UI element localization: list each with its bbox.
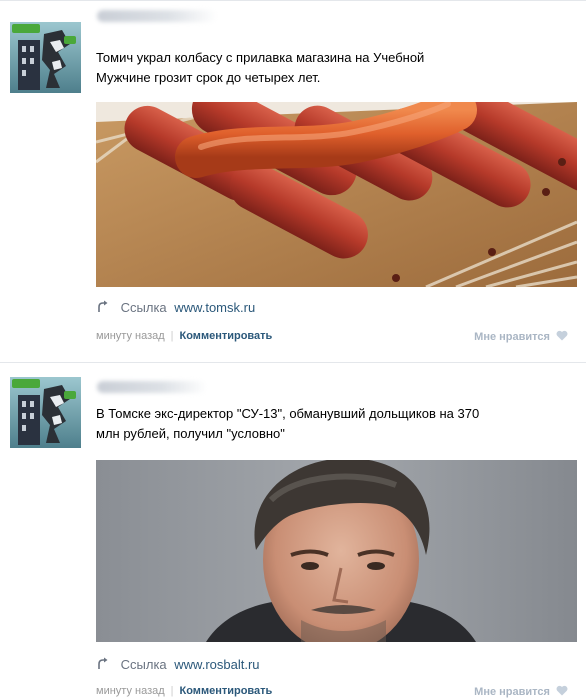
group-avatar[interactable] <box>10 377 81 448</box>
post-text: В Томске экс-директор "СУ-13", обманувши… <box>96 404 566 444</box>
post-footer: минуту назад | Комментировать Мне нравится <box>96 685 568 699</box>
link-url[interactable]: www.rosbalt.ru <box>174 657 259 672</box>
like-label: Мне нравится <box>474 686 550 698</box>
post-text: Томич украл колбасу с прилавка магазина … <box>96 48 566 88</box>
feed-post: Томич украл колбасу с прилавка магазина … <box>0 0 586 362</box>
heart-icon <box>556 685 568 696</box>
comment-button[interactable]: Комментировать <box>180 330 273 342</box>
author-name-blurred <box>97 10 217 22</box>
feed-post: В Томске экс-директор "СУ-13", обманувши… <box>0 362 586 700</box>
post-text-line: млн рублей, получил "условно" <box>96 426 285 441</box>
link-attachment[interactable]: Ссылка www.tomsk.ru <box>96 300 255 315</box>
link-url[interactable]: www.tomsk.ru <box>174 300 255 315</box>
link-prefix: Ссылка <box>120 657 167 672</box>
footer-separator: | <box>170 330 174 342</box>
like-label: Мне нравится <box>474 331 550 343</box>
link-arrow-icon <box>96 657 110 671</box>
post-time[interactable]: минуту назад <box>96 685 165 697</box>
group-avatar[interactable] <box>10 22 81 93</box>
footer-separator: | <box>170 685 174 697</box>
like-button[interactable]: Мне нравится <box>474 685 568 698</box>
like-button[interactable]: Мне нравится <box>474 330 568 343</box>
sausages-photo[interactable] <box>96 102 577 287</box>
post-text-line: В Томске экс-директор "СУ-13", обманувши… <box>96 406 480 421</box>
post-divider <box>0 362 586 363</box>
comment-button[interactable]: Комментировать <box>180 685 273 697</box>
post-text-line: Томич украл колбасу с прилавка магазина … <box>96 50 425 65</box>
news-feed: Томич украл колбасу с прилавка магазина … <box>0 0 586 700</box>
post-footer: минуту назад | Комментировать Мне нравится <box>96 330 568 344</box>
post-divider <box>0 0 586 1</box>
post-text-line: Мужчине грозит срок до четырех лет. <box>96 70 321 85</box>
link-prefix: Ссылка <box>120 300 167 315</box>
link-arrow-icon <box>96 300 110 314</box>
author-name-blurred <box>97 381 207 393</box>
heart-icon <box>556 330 568 341</box>
link-attachment[interactable]: Ссылка www.rosbalt.ru <box>96 657 260 672</box>
post-time[interactable]: минуту назад <box>96 330 165 342</box>
man-portrait-photo[interactable] <box>96 460 577 642</box>
